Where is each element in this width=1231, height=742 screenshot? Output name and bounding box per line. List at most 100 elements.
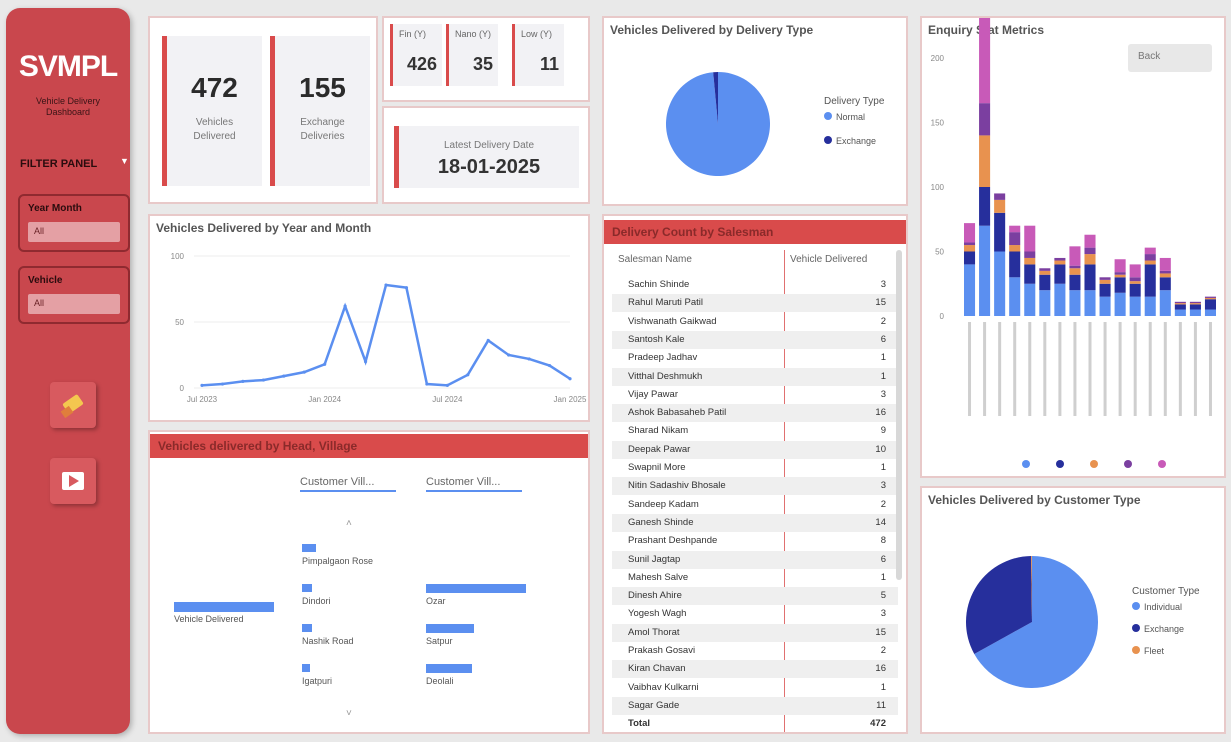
slicer-vehicle[interactable]: Vehicle All [18, 266, 130, 324]
table-row[interactable]: Sachin Shinde 3 [612, 276, 898, 294]
bar-segment [1129, 277, 1141, 282]
table-row[interactable]: Swapnil More 1 [612, 459, 898, 477]
col-header-count[interactable]: Vehicle Delivered [790, 254, 867, 265]
tree-node-label: Nashik Road [302, 636, 354, 646]
delivery-count: 1 [880, 681, 886, 693]
table-row[interactable]: Ganesh Shinde 14 [612, 513, 898, 532]
table-row[interactable]: Ashok Babasaheb Patil 16 [612, 404, 898, 423]
salesman-name: Sagar Gade [628, 699, 680, 711]
table-row[interactable]: Prakash Gosavi 2 [612, 642, 898, 660]
bar-segment [1009, 277, 1021, 316]
bar-segment [1159, 277, 1171, 291]
legend-label: Normal [836, 112, 866, 122]
delivery-count: 3 [880, 608, 886, 620]
bar-segment [1024, 264, 1036, 284]
mini-kpi-value: 426 [406, 54, 437, 74]
legend-item[interactable]: Exchange [1132, 624, 1184, 634]
slicer-year-month[interactable]: Year Month All [18, 194, 130, 252]
line-point [425, 382, 429, 386]
tree-node-bar[interactable] [302, 584, 312, 592]
delivery-count: 2 [880, 498, 886, 510]
legend-item[interactable]: Fleet [1132, 646, 1164, 656]
table-row[interactable]: Santosh Kale 6 [612, 330, 898, 349]
bar-segment [1069, 246, 1081, 266]
y-tick-label: 0 [180, 384, 185, 393]
tree-panel: Vehicles delivered by Head, Village Cust… [148, 430, 590, 734]
bar-segment [1099, 277, 1111, 280]
table-row[interactable]: Mahesh Salve 1 [612, 569, 898, 587]
slicer-dropdown[interactable]: All [28, 222, 120, 242]
legend-item[interactable]: Exchange [824, 136, 876, 146]
tree-col-header[interactable]: Customer Vill... [426, 476, 500, 488]
tree-node-bar[interactable] [302, 624, 312, 632]
table-row[interactable]: Deepak Pawar 10 [612, 440, 898, 459]
line-chart[interactable]: 0 50 100 Jul 2023 Jan 2024 Jul 2024 Jan 2025 [150, 216, 588, 420]
slicer-dropdown[interactable]: All [28, 294, 120, 314]
tree-node-bar[interactable] [302, 664, 310, 672]
legend-item[interactable]: Individual [1132, 602, 1182, 612]
bar-segment [1024, 283, 1036, 316]
latest-delivery-label: Latest Delivery Date [443, 140, 535, 151]
line-point [445, 383, 449, 387]
table-row[interactable]: Sunil Jagtap 6 [612, 550, 898, 569]
table-row[interactable]: Prashant Deshpande 8 [612, 532, 898, 550]
legend-marker [1056, 460, 1064, 468]
tree-node-label: Pimpalgaon Rose [302, 556, 374, 566]
table-row[interactable]: Dinesh Ahire 5 [612, 587, 898, 606]
tree-root-bar[interactable] [174, 602, 274, 612]
table-row[interactable]: Sharad Nikam 9 [612, 422, 898, 440]
tree-node-bar[interactable] [426, 664, 472, 673]
legend-marker [1090, 460, 1098, 468]
mini-kpi-card: Low (Y) 11 [512, 24, 564, 86]
salesman-name: Ganesh Shinde [628, 516, 694, 528]
delivery-count: 5 [880, 590, 886, 602]
kpi-card-vehicles: 472 Vehicles Delivered [162, 36, 262, 186]
bar-segment [1039, 290, 1051, 316]
salesman-name: Swapnil More [628, 462, 686, 473]
salesman-name: Ashok Babasaheb Patil [628, 407, 727, 419]
bar-segment [1159, 273, 1171, 278]
bar-segment [1129, 296, 1141, 316]
table-row[interactable]: Sandeep Kadam 2 [612, 496, 898, 514]
filter-panel-label: FILTER PANEL [20, 158, 98, 170]
chevron-down-icon[interactable]: ˅ [346, 708, 352, 719]
table-row[interactable]: Vishwanath Gaikwad 2 [612, 313, 898, 331]
table-row[interactable]: Vaibhav Kulkarni 1 [612, 679, 898, 697]
legend-label: Fleet [1144, 646, 1165, 656]
bar-segment [1039, 270, 1051, 275]
scrollbar[interactable] [896, 250, 902, 580]
table-row[interactable]: Vijay Pawar 3 [612, 386, 898, 404]
legend-item[interactable]: Normal [824, 112, 865, 122]
table-row[interactable]: Sagar Gade 11 [612, 696, 898, 715]
legend-label: Exchange [1144, 624, 1185, 634]
tree-node-bar[interactable] [426, 624, 474, 633]
x-tick-label: Jan 2025 [554, 395, 587, 404]
tree-col-header[interactable]: Customer Vill... [300, 476, 374, 488]
table-row[interactable]: Rahul Maruti Patil 15 [612, 294, 898, 313]
col-header-salesman[interactable]: Salesman Name [618, 254, 692, 265]
tree-title: Vehicles delivered by Head, Village [158, 439, 358, 453]
bar-segment [964, 251, 976, 265]
bar-segment [1099, 279, 1111, 284]
navigate-button[interactable] [50, 458, 96, 504]
table-row[interactable]: Pradeep Jadhav 1 [612, 349, 898, 367]
table-row[interactable]: Nitin Sadashiv Bhosale 3 [612, 477, 898, 496]
tree-node-bar[interactable] [426, 584, 526, 593]
clear-filter-button[interactable] [50, 382, 96, 428]
salesman-name: Sunil Jagtap [628, 553, 681, 565]
bar-segment [1129, 264, 1141, 278]
table-row[interactable]: Kiran Chavan 16 [612, 660, 898, 679]
chevron-up-icon[interactable]: ˄ [346, 518, 352, 529]
table-row[interactable]: Vitthal Deshmukh 1 [612, 367, 898, 386]
brand-logo: SVMPL [18, 50, 118, 83]
table-row[interactable]: Yogesh Wagh 3 [612, 605, 898, 623]
table-row[interactable]: Amol Thorat 15 [612, 623, 898, 642]
delivery-type-pie[interactable] [604, 18, 906, 204]
sidebar: SVMPL Vehicle Delivery Dashboard FILTER … [6, 8, 130, 734]
mini-kpi-title: Nano (Y) [455, 29, 492, 39]
chevron-down-icon[interactable]: ▼ [120, 156, 129, 166]
bar-chart[interactable]: 0 50 100 150 200 [922, 18, 1224, 476]
bar-segment [994, 199, 1006, 213]
tree-node-bar[interactable] [302, 544, 316, 552]
line-point [343, 304, 347, 308]
